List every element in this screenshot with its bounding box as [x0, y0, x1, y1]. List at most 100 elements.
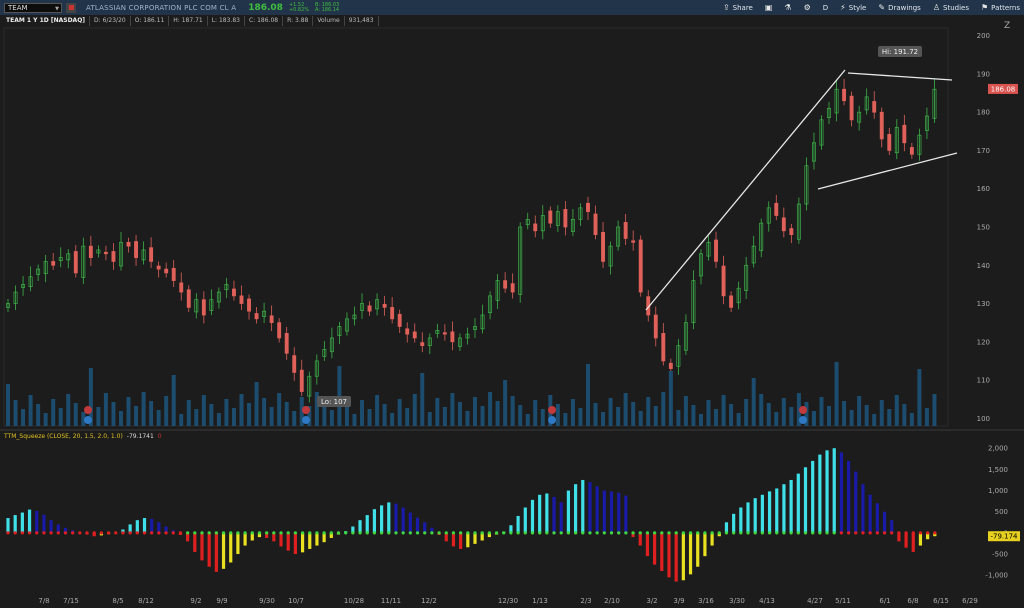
squeeze-dot — [509, 531, 513, 535]
volume-bar — [781, 398, 786, 426]
squeeze-bar — [818, 454, 822, 533]
x-tick-label: 6/8 — [907, 597, 918, 605]
squeeze-dot — [480, 531, 484, 535]
squeeze-dot — [868, 531, 872, 535]
x-tick-label: 9/9 — [216, 597, 227, 605]
candle-body — [586, 202, 590, 213]
candle-body — [774, 202, 779, 216]
squeeze-bar — [466, 532, 470, 548]
squeeze-bar — [904, 532, 908, 548]
volume-bar — [13, 400, 18, 426]
squeeze-bar — [911, 532, 915, 552]
squeeze-dot — [71, 531, 75, 535]
squeeze-value-tag-text: -79.174 — [990, 533, 1018, 541]
volume-bar — [465, 411, 470, 426]
squeeze-dot — [566, 531, 571, 535]
squeeze-bar — [875, 503, 879, 533]
volume-bar — [789, 407, 794, 426]
volume-bar — [887, 409, 892, 426]
volume-bar — [375, 395, 380, 426]
volume-bar — [209, 404, 214, 426]
squeeze-bar — [918, 532, 923, 546]
x-tick-label: 6/15 — [933, 597, 949, 605]
candle-body — [126, 241, 131, 247]
squeeze-bar — [27, 509, 32, 533]
squeeze-dot — [839, 531, 844, 535]
squeeze-bar — [638, 532, 642, 546]
candle-body — [450, 331, 455, 343]
squeeze-dot — [890, 531, 894, 535]
squeeze-bar — [142, 518, 147, 533]
volume-bar — [194, 409, 199, 426]
volume-bar — [382, 404, 387, 426]
squeeze-dot — [135, 531, 139, 535]
squeeze-dot — [667, 531, 671, 535]
x-tick-label: 5/11 — [835, 597, 851, 605]
candle-body — [503, 280, 508, 289]
price-tick-label: 130 — [977, 300, 990, 308]
squeeze-bar — [49, 520, 53, 533]
indicator-label-bar: TTM_Squeeze (CLOSE, 20, 1.5, 2.0, 1.0) -… — [0, 431, 162, 442]
chart-canvas[interactable]: 200 190 180 170 160 150 140 130 120 110 100 Hi: 191… — [0, 0, 1024, 608]
squeeze-dot — [516, 531, 520, 535]
volume-bar — [578, 408, 583, 426]
squeeze-bar — [372, 509, 377, 533]
squeeze-bar — [861, 484, 865, 533]
squeeze-dot — [300, 531, 305, 535]
squeeze-bar — [459, 532, 463, 549]
squeeze-bar — [688, 532, 693, 575]
volume-bar — [570, 399, 575, 426]
candle-body — [902, 124, 907, 144]
squeeze-dot — [926, 531, 930, 535]
squeeze-bar — [394, 503, 398, 533]
squeeze-bar — [20, 512, 24, 533]
x-tick-label: 7/15 — [63, 597, 79, 605]
squeeze-bar — [839, 452, 844, 533]
squeeze-dot — [63, 531, 68, 535]
candle-body — [51, 261, 56, 266]
volume-bar — [623, 393, 628, 426]
squeeze-dot — [265, 531, 269, 535]
squeeze-bar — [595, 486, 599, 533]
squeeze-dot — [767, 531, 772, 535]
squeeze-dot — [847, 531, 851, 535]
squeeze-dot — [581, 531, 585, 535]
volume-bar — [360, 400, 365, 426]
squeeze-bar — [35, 510, 39, 533]
squeeze-dot — [27, 531, 32, 535]
volume-bar — [134, 406, 139, 426]
squeeze-bar — [451, 532, 456, 547]
squeeze-bar — [236, 532, 240, 555]
volume-bar — [849, 410, 854, 426]
candle-body — [789, 228, 794, 236]
volume-bar — [277, 393, 282, 426]
volume-bar — [842, 401, 847, 426]
squeeze-bar — [789, 479, 793, 533]
candle-body — [631, 240, 636, 243]
x-tick-label: 4/13 — [759, 597, 775, 605]
squeeze-dot — [653, 531, 657, 535]
trendline — [847, 72, 953, 81]
x-tick-label: 3/2 — [646, 597, 657, 605]
low-label: Lo: 107 — [317, 396, 351, 407]
volume-bar — [66, 394, 71, 426]
volume-bar — [36, 404, 41, 426]
squeeze-dot — [933, 531, 937, 535]
volume-bar — [668, 371, 673, 426]
x-tick-label: 10/28 — [344, 597, 364, 605]
squeeze-dot — [904, 531, 908, 535]
volume-bar — [698, 414, 703, 426]
trendline — [817, 152, 958, 190]
squeeze-dot — [394, 531, 398, 535]
squeeze-dot — [753, 531, 757, 535]
candle-body — [201, 299, 206, 316]
squeeze-dot — [825, 531, 829, 535]
candle-body — [849, 95, 854, 121]
x-tick-label: 3/9 — [673, 597, 684, 605]
squeeze-dot — [157, 531, 161, 535]
earnings-marker-icon — [548, 406, 556, 414]
candle-body — [73, 251, 78, 274]
squeeze-bar — [796, 473, 800, 533]
squeeze-bar — [674, 532, 678, 582]
squeeze-bar — [207, 532, 211, 567]
